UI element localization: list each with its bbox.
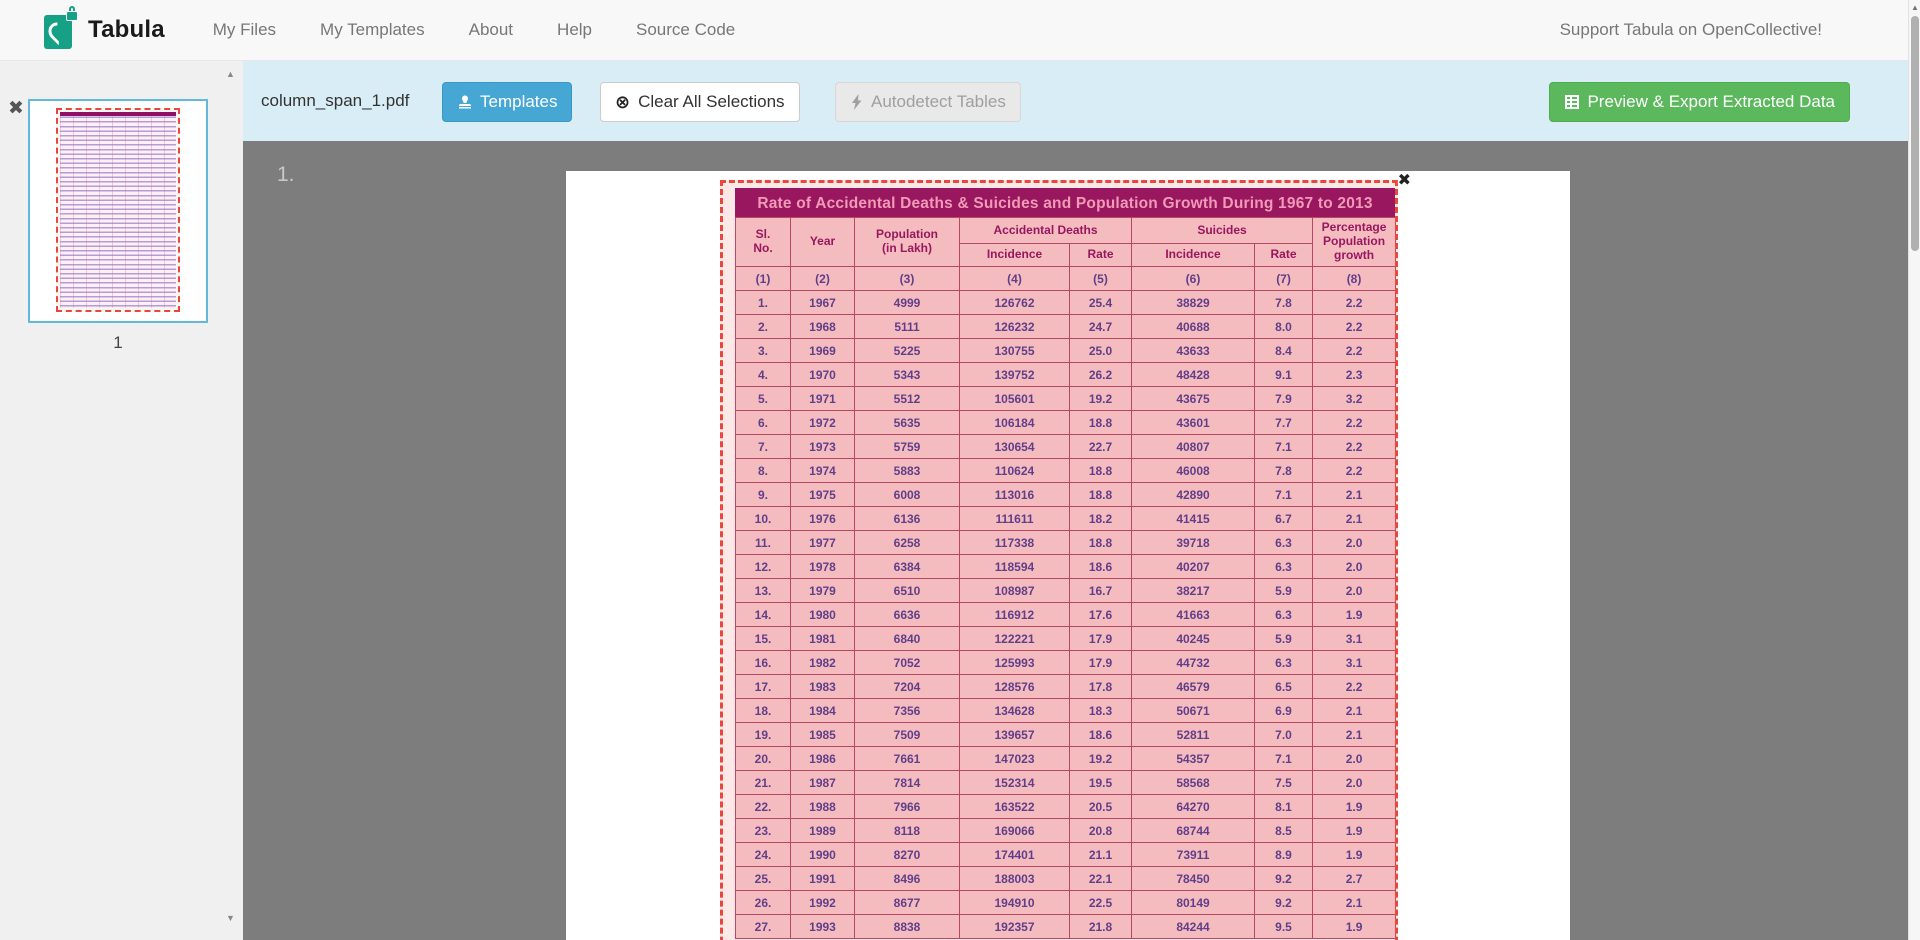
- templates-button[interactable]: Templates: [442, 82, 572, 122]
- scrollbar-up-icon[interactable]: ▲: [1910, 3, 1920, 12]
- nav-help[interactable]: Help: [557, 20, 592, 40]
- thumbnail-selection: [56, 108, 179, 313]
- toolbar: column_span_1.pdf Templates ⊗ Clear All …: [243, 61, 1908, 141]
- page-number-label: 1.: [277, 163, 295, 187]
- thumbnail-sidebar: ✖ ▲ 1 ▼: [0, 61, 243, 940]
- brand-title: Tabula: [88, 16, 165, 44]
- clear-all-selections-label: Clear All Selections: [638, 92, 784, 112]
- table-selection-box[interactable]: ✖: [720, 180, 1398, 940]
- nav-my-templates[interactable]: My Templates: [320, 20, 425, 40]
- stamp-icon: [457, 94, 473, 110]
- thumbnail-table-title-bar: [60, 112, 175, 116]
- selection-close-icon[interactable]: ✖: [1398, 170, 1411, 190]
- pdf-filename: column_span_1.pdf: [261, 91, 409, 111]
- clear-all-selections-button[interactable]: ⊗ Clear All Selections: [600, 82, 800, 122]
- sidebar-scroll-up-icon[interactable]: ▲: [226, 69, 235, 79]
- lightning-bolt-icon: [850, 94, 864, 110]
- sidebar-scroll-down-icon[interactable]: ▼: [226, 913, 235, 923]
- preview-export-label: Preview & Export Extracted Data: [1587, 92, 1835, 112]
- circled-x-icon: ⊗: [615, 92, 630, 113]
- page-thumbnail[interactable]: [28, 99, 208, 323]
- templates-label: Templates: [480, 92, 557, 112]
- thumbnail-table-preview: [60, 112, 175, 309]
- support-link[interactable]: Support Tabula on OpenCollective!: [1560, 20, 1822, 40]
- nav-my-files[interactable]: My Files: [213, 20, 276, 40]
- pdf-view-area: 1. Rate of Accidental Deaths & Suicides …: [243, 141, 1908, 940]
- thumbnail-page-number: 1: [28, 333, 208, 353]
- nav-links: My Files My Templates About Help Source …: [213, 20, 779, 40]
- tabula-logo-icon: [44, 11, 76, 49]
- pdf-page[interactable]: Rate of Accidental Deaths & Suicides and…: [566, 171, 1570, 940]
- window-scrollbar[interactable]: ▲: [1908, 0, 1920, 940]
- autodetect-tables-label: Autodetect Tables: [871, 92, 1006, 112]
- top-navbar: Tabula My Files My Templates About Help …: [0, 0, 1908, 61]
- scrollbar-thumb[interactable]: [1911, 16, 1919, 251]
- autodetect-tables-button[interactable]: Autodetect Tables: [835, 82, 1021, 122]
- close-file-icon[interactable]: ✖: [8, 97, 24, 120]
- nav-about[interactable]: About: [469, 20, 513, 40]
- preview-export-button[interactable]: Preview & Export Extracted Data: [1549, 82, 1850, 122]
- spreadsheet-icon: [1564, 94, 1580, 110]
- nav-source-code[interactable]: Source Code: [636, 20, 735, 40]
- brand[interactable]: Tabula: [44, 11, 165, 49]
